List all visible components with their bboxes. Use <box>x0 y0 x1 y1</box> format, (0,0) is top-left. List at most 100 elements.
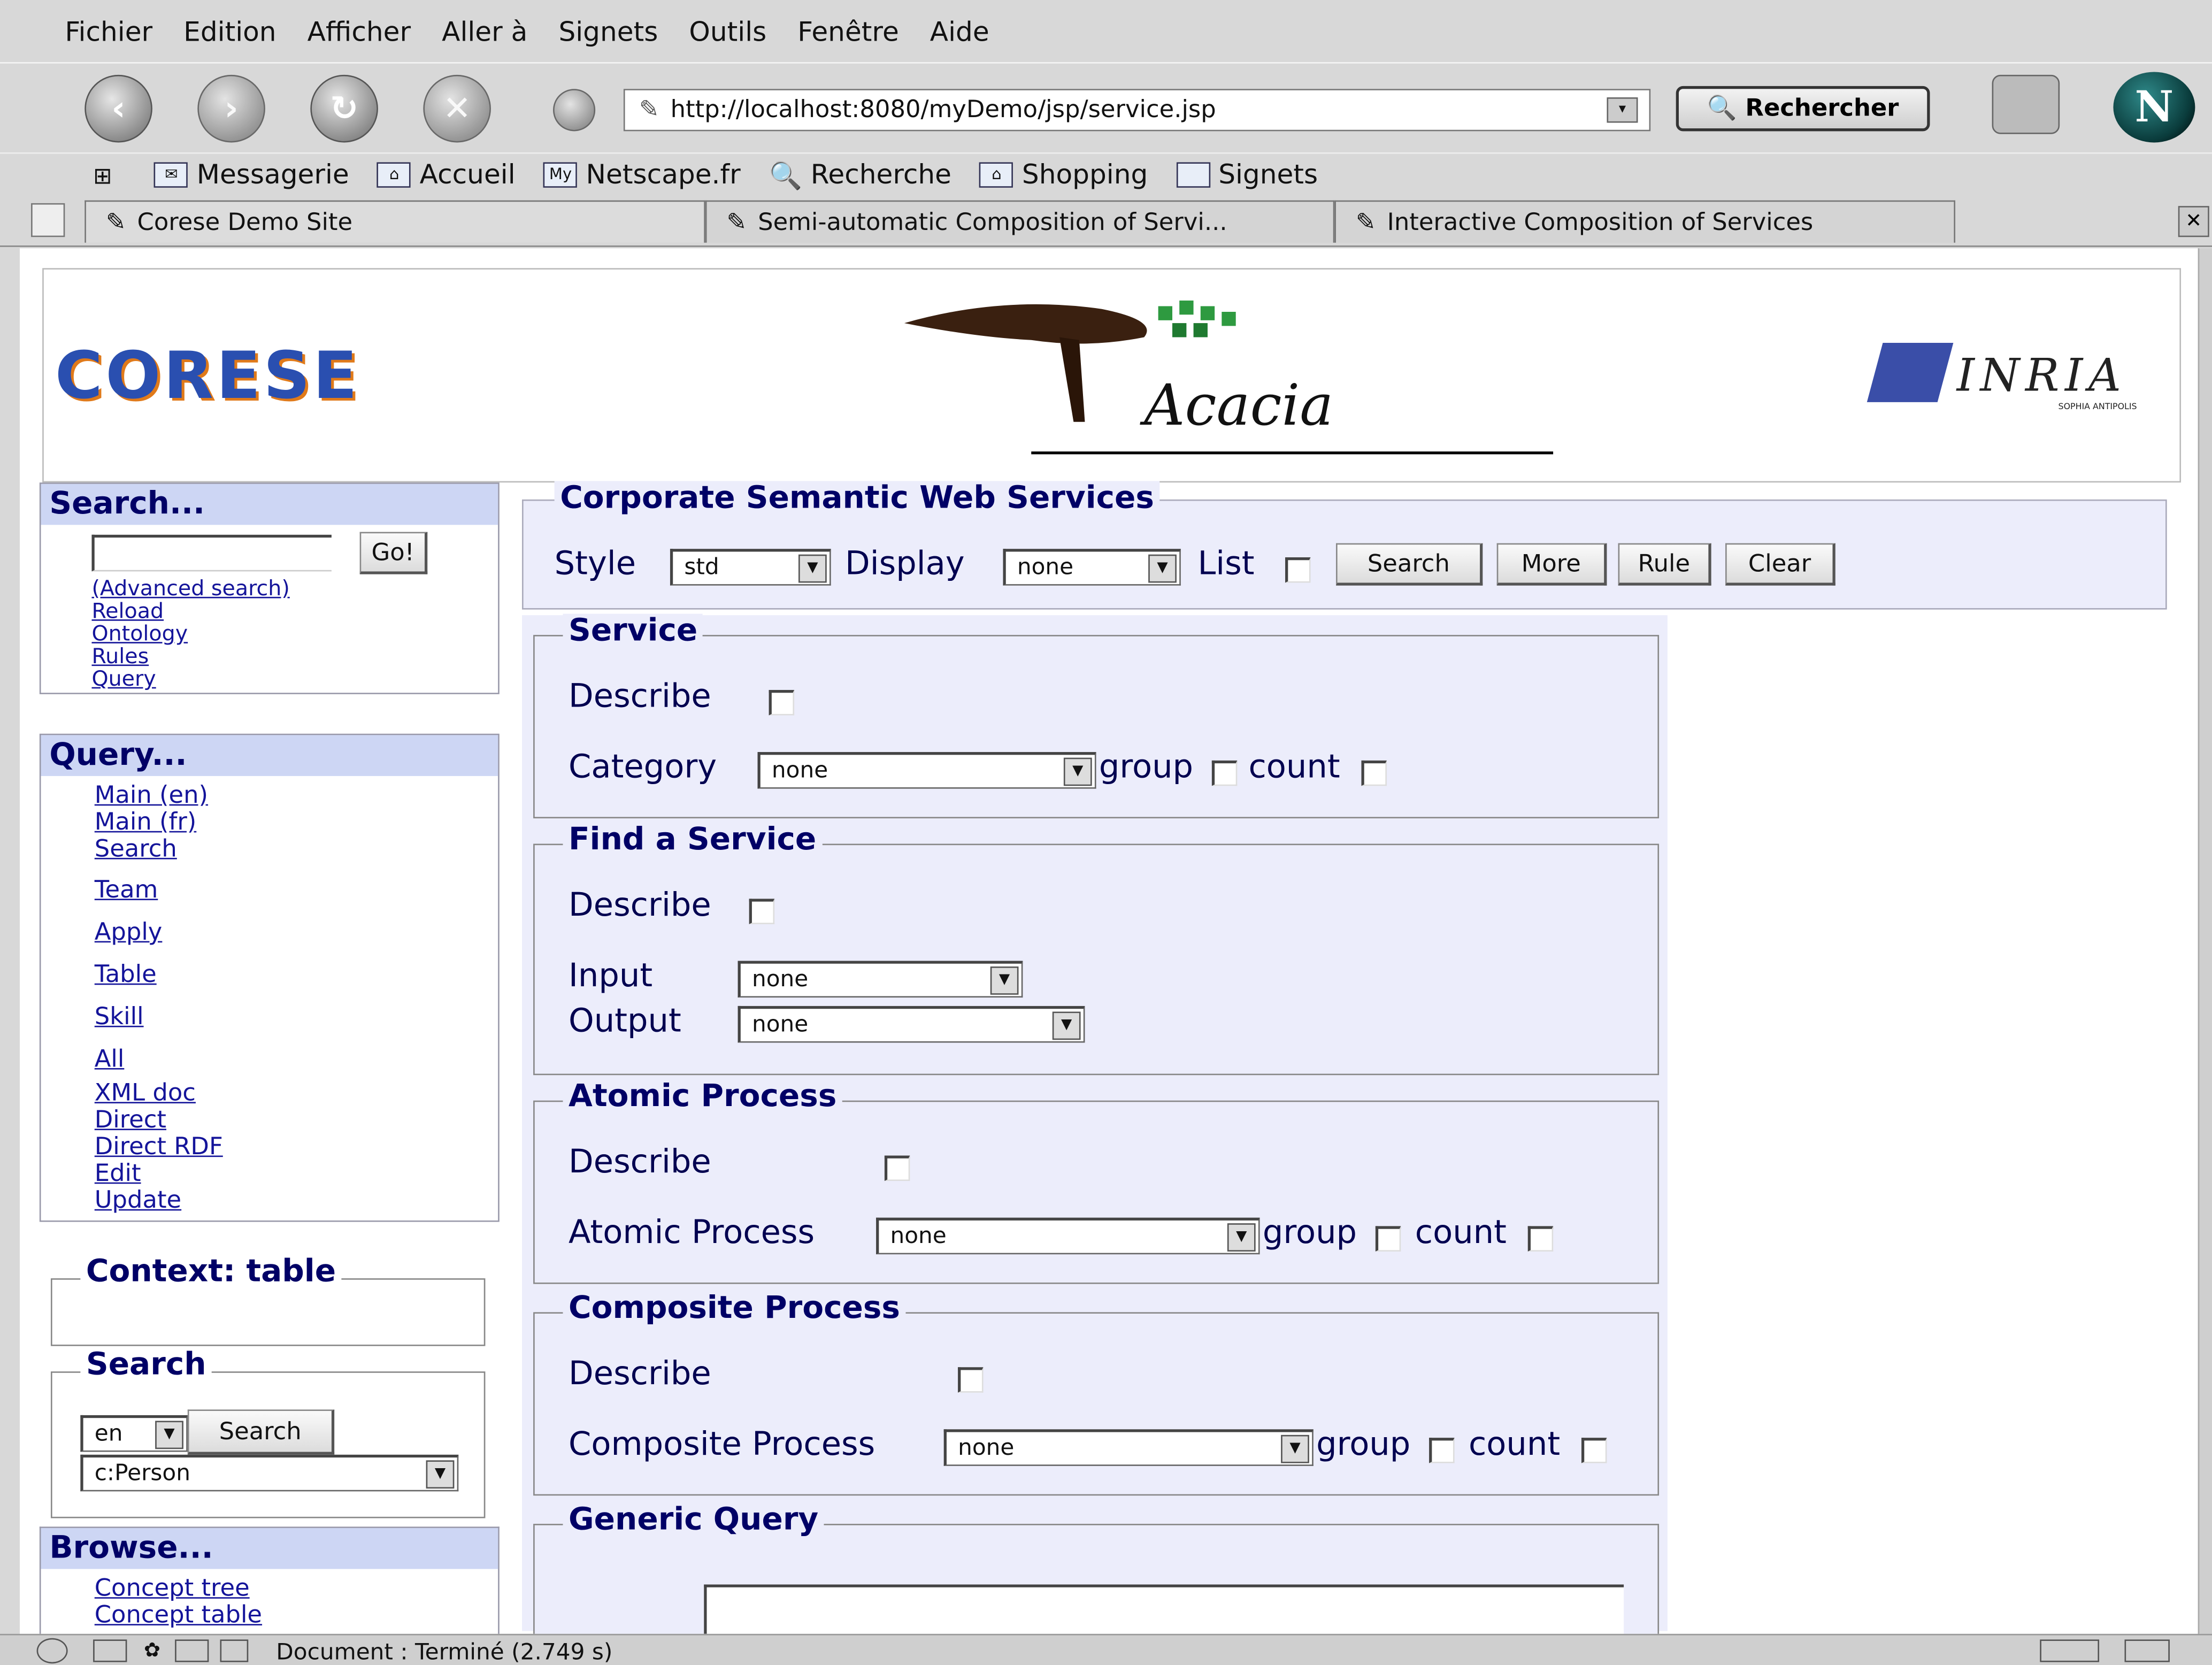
url-text: http://localhost:8080/myDemo/jsp/service… <box>670 96 1216 125</box>
menu-fichier[interactable]: Fichier <box>65 17 152 48</box>
link-concept-tree[interactable]: Concept tree <box>95 1575 262 1603</box>
more-button[interactable]: More <box>1496 543 1607 586</box>
link-direct-rdf[interactable]: Direct RDF <box>95 1134 490 1161</box>
header-search-button[interactable]: Search <box>1335 543 1483 586</box>
inria-wordmark: INRIA <box>1956 348 2127 402</box>
mail-icon[interactable] <box>93 1639 127 1662</box>
link-reload[interactable]: Reload <box>91 600 289 622</box>
style-label: Style <box>554 546 636 583</box>
bookmark-netscape[interactable]: My Netscape.fr <box>543 159 741 190</box>
link-main-fr[interactable]: Main (fr) <box>95 809 490 837</box>
home-icon[interactable] <box>553 89 596 132</box>
link-direct[interactable]: Direct <box>95 1107 490 1134</box>
close-tab-icon[interactable]: ✕ <box>2178 206 2209 237</box>
sidebar-browse-box: Browse... Concept tree Concept table <box>39 1526 500 1634</box>
atomic-count-checkbox[interactable] <box>1527 1226 1554 1252</box>
category-group-checkbox[interactable] <box>1211 760 1238 786</box>
link-xml-doc[interactable]: XML doc <box>95 1080 490 1108</box>
bookmark-accueil[interactable]: ⌂ Accueil <box>377 159 516 190</box>
composite-count-checkbox[interactable] <box>1581 1438 1607 1463</box>
link-main-en[interactable]: Main (en) <box>95 782 490 810</box>
link-team[interactable]: Team <box>95 869 490 911</box>
clear-button[interactable]: Clear <box>1725 543 1835 586</box>
netscape-logo-icon[interactable]: N <box>2113 72 2195 143</box>
link-update[interactable]: Update <box>95 1187 490 1215</box>
link-rules[interactable]: Rules <box>91 645 289 667</box>
menu-aller[interactable]: Aller à <box>442 17 527 48</box>
atomic-describe-checkbox[interactable] <box>884 1155 910 1181</box>
bookmark-signets[interactable]: Signets <box>1176 159 1318 190</box>
vertical-scrollbar[interactable] <box>2198 248 2212 1634</box>
link-query[interactable]: Query <box>91 667 289 690</box>
link-search[interactable]: Search <box>95 836 490 863</box>
find-describe-checkbox[interactable] <box>749 899 775 924</box>
page-icon: ✎ <box>639 96 659 125</box>
back-icon[interactable]: ‹ <box>85 74 152 143</box>
menu-fenetre[interactable]: Fenêtre <box>797 17 899 48</box>
concept-select[interactable]: c:Person ▼ <box>80 1454 459 1492</box>
display-select[interactable]: none ▼ <box>1003 549 1181 586</box>
link-all[interactable]: All <box>95 1039 490 1081</box>
style-select[interactable]: std ▼ <box>670 549 831 586</box>
chevron-down-icon: ▼ <box>990 966 1019 995</box>
lang-search-button[interactable]: Search <box>187 1409 335 1455</box>
sidebar-query-links: Main (en) Main (fr) Search Team Apply Ta… <box>95 782 490 1215</box>
tab-semi-automatic[interactable]: ✎ Semi-automatic Composition of Servi... <box>705 200 1335 243</box>
new-tab-icon[interactable] <box>31 203 65 237</box>
tasks-icon[interactable] <box>219 1639 248 1662</box>
print-icon[interactable] <box>1992 74 2060 134</box>
reload-icon[interactable]: ↻ <box>310 74 378 143</box>
composer-icon[interactable]: ✿ <box>144 1639 160 1662</box>
url-dropdown-icon[interactable]: ▾ <box>1607 97 1638 123</box>
output-select[interactable]: none ▼ <box>738 1006 1085 1043</box>
progress-icon <box>2040 1639 2100 1662</box>
page-icon: ✎ <box>1355 208 1376 236</box>
inria-mark-icon <box>1867 343 1954 402</box>
generic-query-textarea[interactable] <box>704 1584 1624 1634</box>
url-input[interactable]: ✎ http://localhost:8080/myDemo/jsp/servi… <box>623 89 1651 132</box>
online-icon[interactable] <box>36 1638 68 1664</box>
security-icon[interactable] <box>2124 1639 2170 1662</box>
find-describe-label: Describe <box>569 887 711 924</box>
composite-describe-checkbox[interactable] <box>958 1367 984 1393</box>
composite-process-select[interactable]: none ▼ <box>943 1429 1314 1466</box>
tab-grid-icon[interactable]: ⊞ <box>93 162 112 188</box>
tab-interactive[interactable]: ✎ Interactive Composition of Services <box>1334 200 1955 243</box>
forward-icon[interactable]: › <box>197 74 265 143</box>
lang-select[interactable]: en ▼ <box>80 1415 188 1452</box>
address-book-icon[interactable] <box>174 1639 209 1662</box>
bookmark-messagerie[interactable]: ✉ Messagerie <box>154 159 349 190</box>
header-form: Corporate Semantic Web Services Style st… <box>521 481 2167 610</box>
stop-icon[interactable]: ✕ <box>423 74 491 143</box>
service-describe-checkbox[interactable] <box>769 689 795 716</box>
go-button[interactable]: Go! <box>359 532 428 574</box>
rule-button[interactable]: Rule <box>1618 543 1711 586</box>
search-button[interactable]: 🔍 Rechercher <box>1676 86 1930 132</box>
sidebar-browse-links: Concept tree Concept table <box>95 1575 262 1630</box>
category-count-checkbox[interactable] <box>1361 760 1387 786</box>
link-apply[interactable]: Apply <box>95 911 490 954</box>
category-select[interactable]: none ▼ <box>757 752 1096 789</box>
link-table[interactable]: Table <box>95 954 490 996</box>
link-concept-table[interactable]: Concept table <box>95 1602 262 1630</box>
link-skill[interactable]: Skill <box>95 996 490 1038</box>
atomic-group-checkbox[interactable] <box>1375 1226 1401 1252</box>
sidebar-search-input[interactable] <box>91 534 332 572</box>
bookmark-recherche[interactable]: 🔍 Recherche <box>769 159 952 191</box>
link-advanced-search[interactable]: (Advanced search) <box>91 577 289 600</box>
composite-count-label: count <box>1468 1426 1561 1463</box>
menu-outils[interactable]: Outils <box>689 17 766 48</box>
menu-edition[interactable]: Edition <box>183 17 276 48</box>
composite-group-checkbox[interactable] <box>1429 1438 1455 1463</box>
input-select[interactable]: none ▼ <box>738 961 1023 998</box>
menu-aide[interactable]: Aide <box>930 17 989 48</box>
magnifier-icon: 🔍 <box>769 160 802 191</box>
atomic-process-select[interactable]: none ▼ <box>876 1217 1260 1255</box>
menu-afficher[interactable]: Afficher <box>308 17 411 48</box>
bookmark-shopping[interactable]: ⌂ Shopping <box>979 159 1148 190</box>
list-checkbox[interactable] <box>1285 557 1311 583</box>
link-ontology[interactable]: Ontology <box>91 622 289 644</box>
menu-signets[interactable]: Signets <box>558 17 658 48</box>
tab-corese-demo[interactable]: ✎ Corese Demo Site <box>85 200 705 243</box>
link-edit[interactable]: Edit <box>95 1161 490 1188</box>
